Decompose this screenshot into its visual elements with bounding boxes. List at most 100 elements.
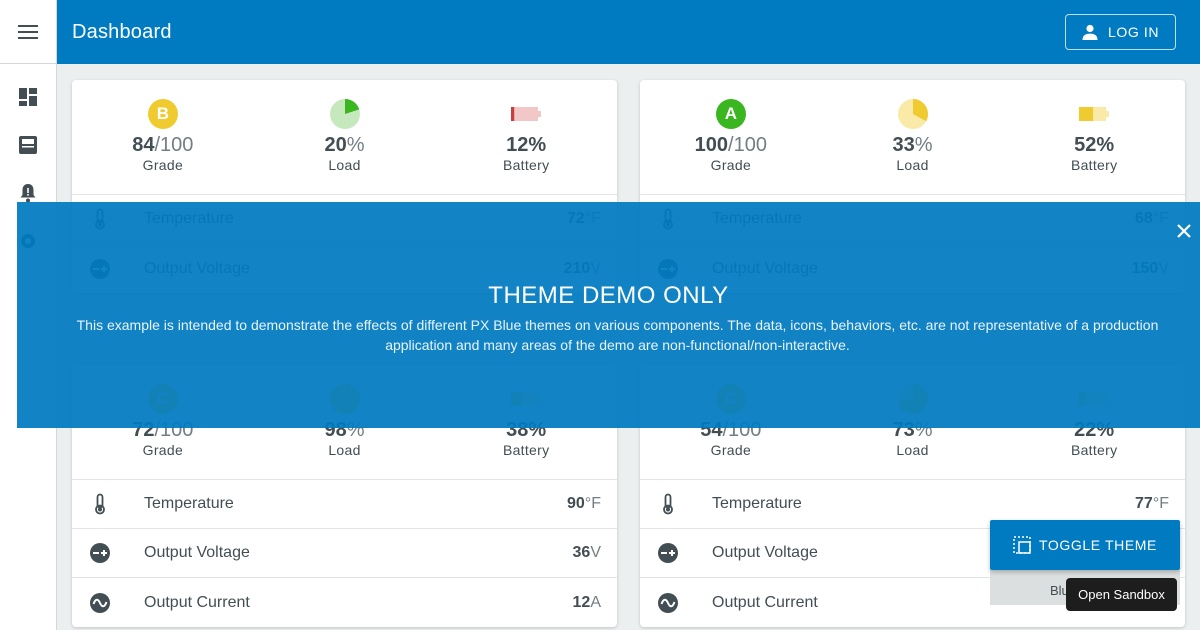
load-icon-wrap: [329, 98, 360, 130]
load-number: 33: [892, 134, 915, 156]
close-icon: [1177, 224, 1191, 238]
battery-unit: %: [528, 134, 547, 156]
channel-value: 77°F: [1135, 495, 1169, 513]
grade-label: Grade: [710, 157, 752, 173]
person-icon: [1082, 24, 1098, 40]
battery-icon: [1079, 107, 1110, 121]
grade-unit: /100: [728, 134, 767, 156]
battery-stat: 12% Battery: [435, 80, 617, 194]
channel-value: 36V: [573, 544, 601, 562]
card-stats: A 100/100 Grade 33% Load 52% Battery: [640, 80, 1185, 195]
grade-number: 84: [132, 134, 155, 156]
menu-button[interactable]: [0, 0, 56, 64]
current-icon: [90, 592, 110, 613]
theme-select-icon: [1013, 536, 1031, 554]
channel-name: Temperature: [144, 495, 234, 512]
open-sandbox-button[interactable]: Open Sandbox: [1066, 578, 1177, 611]
login-label: LOG IN: [1107, 24, 1160, 40]
toggle-theme-label: TOGGLE THEME: [1039, 537, 1157, 553]
nav-dashboard[interactable]: [0, 85, 56, 109]
banner-title: THEME DEMO ONLY: [488, 282, 729, 309]
grade-label: Grade: [142, 157, 184, 173]
load-pie-icon: [897, 99, 928, 129]
menu-icon: [18, 24, 38, 39]
app-bar: Dashboard LOG IN: [57, 0, 1200, 64]
device-icon: [19, 136, 37, 154]
alarm-bell-icon: [20, 184, 36, 203]
row-icon-wrap: [72, 592, 128, 614]
battery-icon-wrap: [1078, 98, 1110, 130]
theme-demo-banner: THEME DEMO ONLY This example is intended…: [17, 202, 1200, 428]
load-label: Load: [896, 442, 929, 458]
thermometer-icon: [663, 493, 673, 515]
grade-stat: A 100/100 Grade: [640, 80, 822, 194]
channel-unit: V: [590, 544, 601, 561]
battery-value: 12%: [506, 134, 546, 157]
channel-number: 77: [1135, 495, 1153, 512]
dashboard-icon: [19, 88, 37, 106]
load-unit: %: [346, 134, 365, 156]
grade-label: Grade: [142, 442, 184, 458]
battery-unit: %: [1096, 134, 1115, 156]
channel-name: Output Current: [144, 593, 250, 611]
grade-badge: A: [715, 99, 746, 129]
row-icon-wrap: [72, 542, 128, 564]
banner-body: This example is intended to demonstrate …: [76, 317, 1159, 353]
battery-stat: 52% Battery: [1003, 80, 1185, 194]
banner-close-button[interactable]: [1173, 220, 1195, 242]
channel-unit: A: [590, 593, 601, 611]
load-unit: %: [914, 134, 933, 156]
channel-number: 90: [567, 495, 585, 512]
grade-unit: /100: [154, 134, 194, 156]
grade-icon-wrap: B: [147, 98, 178, 130]
row-icon-wrap: [640, 592, 696, 614]
load-label: Load: [328, 157, 361, 173]
thermometer-icon: [95, 493, 105, 515]
battery-label: Battery: [502, 442, 550, 458]
battery-number: 12: [506, 134, 529, 156]
load-pie-icon: [329, 99, 360, 129]
card-stats: B 84/100 Grade 20% Load 12% Battery: [72, 80, 617, 195]
grade-value: 100/100: [695, 134, 767, 157]
toggle-theme-button[interactable]: TOGGLE THEME: [990, 520, 1180, 570]
load-label: Load: [328, 442, 361, 458]
nav-devices[interactable]: [0, 133, 56, 157]
grade-icon-wrap: A: [715, 98, 746, 130]
voltage-icon: [658, 543, 678, 563]
battery-value: 52%: [1074, 134, 1114, 157]
battery-icon-wrap: [510, 98, 542, 130]
channel-unit: °F: [1152, 495, 1169, 512]
channel-row[interactable]: Temperature 90°F: [72, 480, 617, 529]
current-icon: [658, 592, 678, 613]
grade-stat: B 84/100 Grade: [72, 80, 254, 194]
channel-row[interactable]: Output Voltage 36V: [72, 529, 617, 578]
grade-badge: B: [147, 99, 178, 129]
grade-label: Grade: [710, 442, 752, 458]
load-icon-wrap: [897, 98, 928, 130]
battery-label: Battery: [502, 157, 550, 173]
load-stat: 20% Load: [254, 80, 436, 194]
voltage-icon: [90, 543, 110, 563]
channel-name: Output Voltage: [712, 544, 818, 561]
channel-number: 36: [572, 544, 591, 561]
grade-value: 84/100: [132, 134, 193, 157]
channel-value: 90°F: [567, 495, 601, 513]
page-title: Dashboard: [72, 20, 172, 43]
login-button[interactable]: LOG IN: [1065, 14, 1176, 50]
load-stat: 33% Load: [822, 80, 1004, 194]
channel-number: 12: [572, 593, 591, 611]
battery-label: Battery: [1070, 442, 1118, 458]
grade-number: 100: [694, 134, 729, 156]
channel-value: 12A: [573, 594, 601, 612]
channel-name: Temperature: [712, 495, 802, 512]
channel-unit: °F: [584, 495, 601, 512]
load-value: 33%: [892, 134, 932, 157]
battery-icon: [511, 107, 542, 121]
channel-name: Output Current: [712, 593, 818, 611]
row-icon-wrap: [640, 493, 696, 515]
battery-number: 52: [1074, 134, 1097, 156]
load-value: 20%: [324, 134, 364, 157]
load-label: Load: [896, 157, 929, 173]
channel-row[interactable]: Output Current 12A: [72, 578, 617, 627]
load-number: 20: [324, 134, 347, 156]
